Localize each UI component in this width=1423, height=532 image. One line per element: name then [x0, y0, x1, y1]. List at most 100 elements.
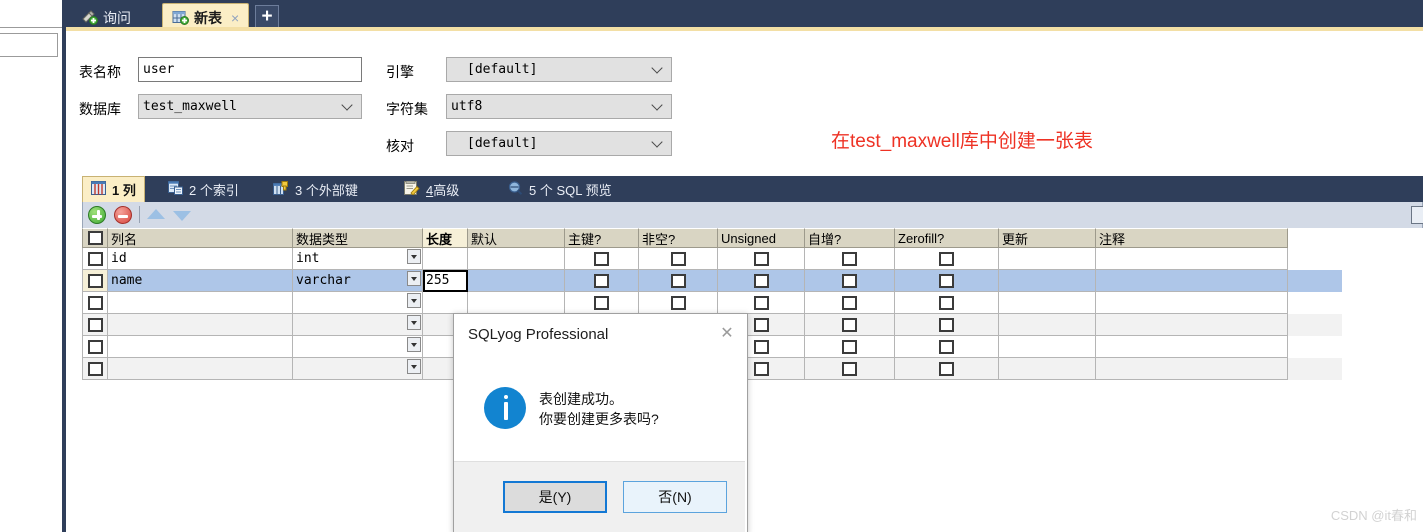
cell-unsigned[interactable] — [718, 292, 805, 314]
unsigned-checkbox[interactable] — [753, 317, 769, 332]
zerofill-checkbox[interactable] — [939, 317, 954, 332]
row-select-checkbox[interactable] — [87, 339, 103, 354]
cell-default[interactable] — [468, 270, 565, 292]
data-type-dropdown-icon[interactable] — [407, 315, 421, 330]
cell-zerofill[interactable] — [895, 314, 999, 336]
cell-auto-increment[interactable] — [805, 248, 895, 270]
table-row[interactable]: name varchar 255 — [82, 270, 1342, 292]
row-select-cell[interactable] — [82, 248, 108, 270]
table-row[interactable]: id int — [82, 248, 1342, 270]
cell-comment[interactable] — [1096, 336, 1288, 358]
unsigned-checkbox[interactable] — [753, 361, 769, 376]
primary-key-checkbox[interactable] — [594, 273, 609, 288]
tab-indexes[interactable]: 2 个索引 — [160, 176, 247, 202]
cell-zerofill[interactable] — [895, 336, 999, 358]
cell-length[interactable] — [423, 292, 468, 314]
cell-column-name[interactable] — [108, 292, 293, 314]
cell-update[interactable] — [999, 292, 1096, 314]
cell-primary-key[interactable] — [565, 270, 639, 292]
cell-column-name[interactable] — [108, 336, 293, 358]
not-null-checkbox[interactable] — [670, 251, 686, 266]
not-null-checkbox[interactable] — [670, 273, 686, 288]
toolbar-overflow-button[interactable] — [1411, 206, 1423, 224]
grid-header-comment[interactable]: 注释 — [1096, 228, 1288, 248]
auto-increment-checkbox[interactable] — [842, 273, 857, 288]
cell-not-null[interactable] — [639, 248, 718, 270]
zerofill-checkbox[interactable] — [939, 295, 954, 310]
grid-header-unsigned[interactable]: Unsigned — [718, 228, 805, 248]
cell-auto-increment[interactable] — [805, 358, 895, 380]
no-button[interactable]: 否(N) — [623, 481, 727, 513]
auto-increment-checkbox[interactable] — [842, 361, 857, 376]
cell-data-type[interactable]: varchar — [293, 270, 423, 292]
cell-zerofill[interactable] — [895, 248, 999, 270]
grid-header-select-all[interactable] — [82, 228, 108, 248]
row-select-checkbox[interactable] — [87, 251, 103, 266]
cell-update[interactable] — [999, 270, 1096, 292]
cell-auto-increment[interactable] — [805, 314, 895, 336]
zerofill-checkbox[interactable] — [939, 273, 954, 288]
cell-column-name[interactable] — [108, 314, 293, 336]
tab-columns[interactable]: 1 列 — [82, 176, 145, 202]
collation-select[interactable]: [default] — [446, 131, 672, 156]
tab-advanced[interactable]: 4高级 — [396, 176, 467, 202]
cell-update[interactable] — [999, 314, 1096, 336]
row-select-cell[interactable] — [82, 292, 108, 314]
database-select[interactable]: test_maxwell — [138, 94, 362, 119]
row-select-cell[interactable] — [82, 358, 108, 380]
cell-column-name[interactable]: id — [108, 248, 293, 270]
engine-select[interactable]: [default] — [446, 57, 672, 82]
add-row-button[interactable] — [88, 206, 106, 224]
cell-zerofill[interactable] — [895, 270, 999, 292]
zerofill-checkbox[interactable] — [939, 339, 954, 354]
grid-header-column-name[interactable]: 列名 — [108, 228, 293, 248]
move-down-button[interactable] — [173, 206, 191, 224]
not-null-checkbox[interactable] — [670, 295, 686, 310]
cell-primary-key[interactable] — [565, 292, 639, 314]
cell-comment[interactable] — [1096, 314, 1288, 336]
grid-header-not-null[interactable]: 非空? — [639, 228, 718, 248]
row-select-checkbox[interactable] — [87, 273, 103, 288]
cell-data-type[interactable] — [293, 292, 423, 314]
grid-header-data-type[interactable]: 数据类型 — [293, 228, 423, 248]
cell-data-type[interactable] — [293, 358, 423, 380]
table-name-input[interactable]: user — [138, 57, 362, 82]
cell-column-name[interactable] — [108, 358, 293, 380]
grid-header-length[interactable]: 长度 — [423, 228, 468, 248]
yes-button[interactable]: 是(Y) — [503, 481, 607, 513]
auto-increment-checkbox[interactable] — [842, 339, 857, 354]
row-select-checkbox[interactable] — [87, 317, 103, 332]
cell-zerofill[interactable] — [895, 292, 999, 314]
unsigned-checkbox[interactable] — [753, 339, 769, 354]
auto-increment-checkbox[interactable] — [842, 251, 857, 266]
row-select-checkbox[interactable] — [87, 361, 103, 376]
cell-comment[interactable] — [1096, 292, 1288, 314]
cell-data-type[interactable]: int — [293, 248, 423, 270]
cell-zerofill[interactable] — [895, 358, 999, 380]
data-type-dropdown-icon[interactable] — [407, 337, 421, 352]
cell-comment[interactable] — [1096, 270, 1288, 292]
table-row[interactable] — [82, 292, 1342, 314]
data-type-dropdown-icon[interactable] — [407, 293, 421, 308]
grid-header-default[interactable]: 默认 — [468, 228, 565, 248]
cell-update[interactable] — [999, 248, 1096, 270]
data-type-dropdown-icon[interactable] — [407, 271, 421, 286]
cell-column-name[interactable]: name — [108, 270, 293, 292]
cell-update[interactable] — [999, 358, 1096, 380]
cell-default[interactable] — [468, 292, 565, 314]
close-icon[interactable]: ✕ — [717, 323, 737, 343]
cell-data-type[interactable] — [293, 336, 423, 358]
zerofill-checkbox[interactable] — [939, 251, 954, 266]
unsigned-checkbox[interactable] — [753, 295, 769, 310]
row-select-cell[interactable] — [82, 314, 108, 336]
cell-comment[interactable] — [1096, 358, 1288, 380]
cell-length[interactable] — [423, 248, 468, 270]
cell-length[interactable]: 255 — [423, 270, 468, 292]
unsigned-checkbox[interactable] — [753, 273, 769, 288]
auto-increment-checkbox[interactable] — [842, 317, 857, 332]
primary-key-checkbox[interactable] — [594, 251, 609, 266]
remove-row-button[interactable] — [114, 206, 132, 224]
left-panel-input-box[interactable] — [0, 33, 58, 57]
tab-sql-preview[interactable]: 5 个 SQL 预览 — [500, 176, 620, 202]
data-type-dropdown-icon[interactable] — [407, 249, 421, 264]
